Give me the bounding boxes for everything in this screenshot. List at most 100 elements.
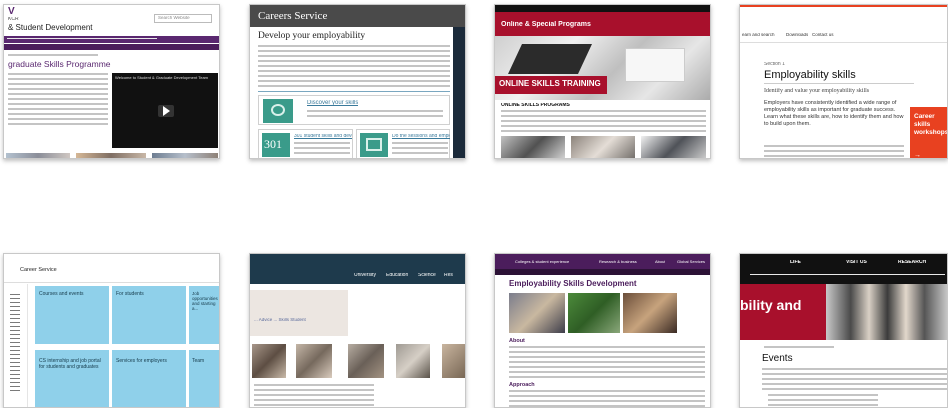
nav-item[interactable]: Education [386,273,408,279]
intro-text [762,368,947,390]
card-sessions[interactable]: Do the sessions and employability skills [356,129,450,158]
site-title: Careers Service [258,10,328,22]
approach-heading: Approach [509,382,535,388]
card-icon [360,133,388,157]
about-heading: About [509,338,525,344]
nav-item[interactable]: earn and search [742,33,775,38]
arrow-right-icon: → [914,152,921,159]
page-title: Career Service [20,267,57,273]
nav-item[interactable]: Science [418,273,436,279]
site-header: Colleges & student experience Research &… [495,254,710,269]
intro-text [8,73,108,127]
thumbnail-online-programs[interactable]: Online & Special Programs ONLINE SKILLS … [494,4,711,159]
more-text [764,145,904,158]
card-title: Discover your skills [307,100,359,106]
secondary-nav[interactable] [4,44,219,50]
approach-text [509,390,705,407]
nav-item[interactable]: LIFE [790,260,801,266]
brand-small: KCR [8,17,19,22]
hero-banner: ONLINE SKILLS TRAINING [495,76,607,94]
nav-bar: earn and search Downloads Contact us [740,27,947,43]
nav-item[interactable]: VISIT US [846,260,867,266]
divider [4,282,219,283]
nav-item[interactable]: Contact us [812,33,834,38]
tile[interactable]: Team [189,350,219,407]
tile[interactable]: Job opportunities and starting a... [189,286,219,344]
nav-item[interactable]: Downloads [786,33,808,38]
photo-field [568,293,620,333]
photo-group [509,293,565,333]
photo-3 [348,344,384,378]
card-title: 301 student skills and development [294,134,352,139]
promo-title: Career skills workshops [914,113,948,136]
site-header: Careers Service [250,5,465,27]
thumbnail-university-skills[interactable]: University Education Science Res ... Adv… [249,253,466,408]
kicker: Section 1 [764,62,785,67]
side-strip [453,27,465,158]
nav-item[interactable]: Res [444,273,453,279]
photo-1 [252,344,286,378]
thumbnail-careers-service[interactable]: Careers Service Develop your employabili… [249,4,466,159]
intro-text [258,45,450,87]
card-discover[interactable]: Discover your skills [258,95,450,125]
caption-links [254,384,374,406]
nav-item[interactable]: About [655,260,665,264]
search-input[interactable]: Search Website [154,14,212,23]
promo-card[interactable]: Career skills workshops → [910,107,948,159]
nav-links [7,38,157,41]
card-301[interactable]: 301 301 student skills and development [258,129,353,158]
site-header: LIFE VISIT US RESEARCH [740,254,947,284]
nav-item[interactable]: Global Services [677,260,705,264]
top-border [740,5,947,7]
thumbnail-employability-skills[interactable]: earn and search Downloads Contact us Sec… [739,4,948,159]
thumbnail-student-development[interactable]: V KCR & Student Development Search Websi… [3,4,220,159]
thumbnail-events[interactable]: LIFE VISIT US RESEARCH bility and Events [739,253,948,408]
sub-heading: ONLINE SKILLS PROGRAMS [501,103,570,108]
photo-4 [396,344,430,378]
thumbnail-career-service[interactable]: Career Service Courses and events For st… [3,253,220,408]
tile[interactable]: CS internship and job portal for student… [35,350,109,407]
play-button[interactable] [158,105,174,117]
photo-screen [641,136,706,158]
photo-people [6,153,70,158]
top-bar [495,5,710,12]
header-band: Online & Special Programs [495,12,710,36]
thumbnail-employability-development[interactable]: Colleges & student experience Research &… [494,253,711,408]
site-header: University Education Science Res [250,254,465,284]
hero-image: ONLINE SKILLS TRAINING [495,36,710,100]
nav-item[interactable]: RESEARCH [898,260,926,266]
page-heading: Events [762,353,793,364]
play-icon [163,106,170,116]
subheading: Identify and value your employability sk… [764,88,870,94]
sub-nav [750,274,945,276]
tile[interactable]: Services for employers [112,350,186,407]
card-title: Do the sessions and employability skills [392,134,450,139]
site-header: V KCR & Student Development Search Websi… [4,5,219,35]
divider [258,91,450,92]
card-301-badge: 301 [262,133,290,157]
tile[interactable]: For students [112,286,186,344]
photo-5 [442,344,465,378]
hero-panel: ... Advice ... Skills Student [250,290,348,336]
photo-desk [571,136,635,158]
side-menu [10,294,20,394]
body-text [501,110,706,132]
card-icon [263,99,293,123]
nav-item[interactable]: Research & business [599,260,637,264]
breadcrumb [764,346,834,348]
nav-item[interactable]: Colleges & student experience [515,260,569,264]
photo-students [152,153,218,158]
section-title: Online & Special Programs [501,21,591,28]
hero-photo [826,284,947,340]
about-text [509,346,705,378]
heading-underline [764,83,914,84]
tile[interactable]: Courses and events [35,286,109,344]
video-player[interactable]: Welcome to Student & Graduate Developmen… [112,73,218,148]
event-list [768,394,878,406]
breadcrumb: ... Advice ... Skills Student [254,318,306,322]
breadcrumb [8,54,98,56]
nav-item[interactable]: University [354,273,376,279]
breadcrumb-bar [495,269,710,275]
site-title: & Student Development [8,24,93,32]
hero-text: bility and [740,298,802,313]
